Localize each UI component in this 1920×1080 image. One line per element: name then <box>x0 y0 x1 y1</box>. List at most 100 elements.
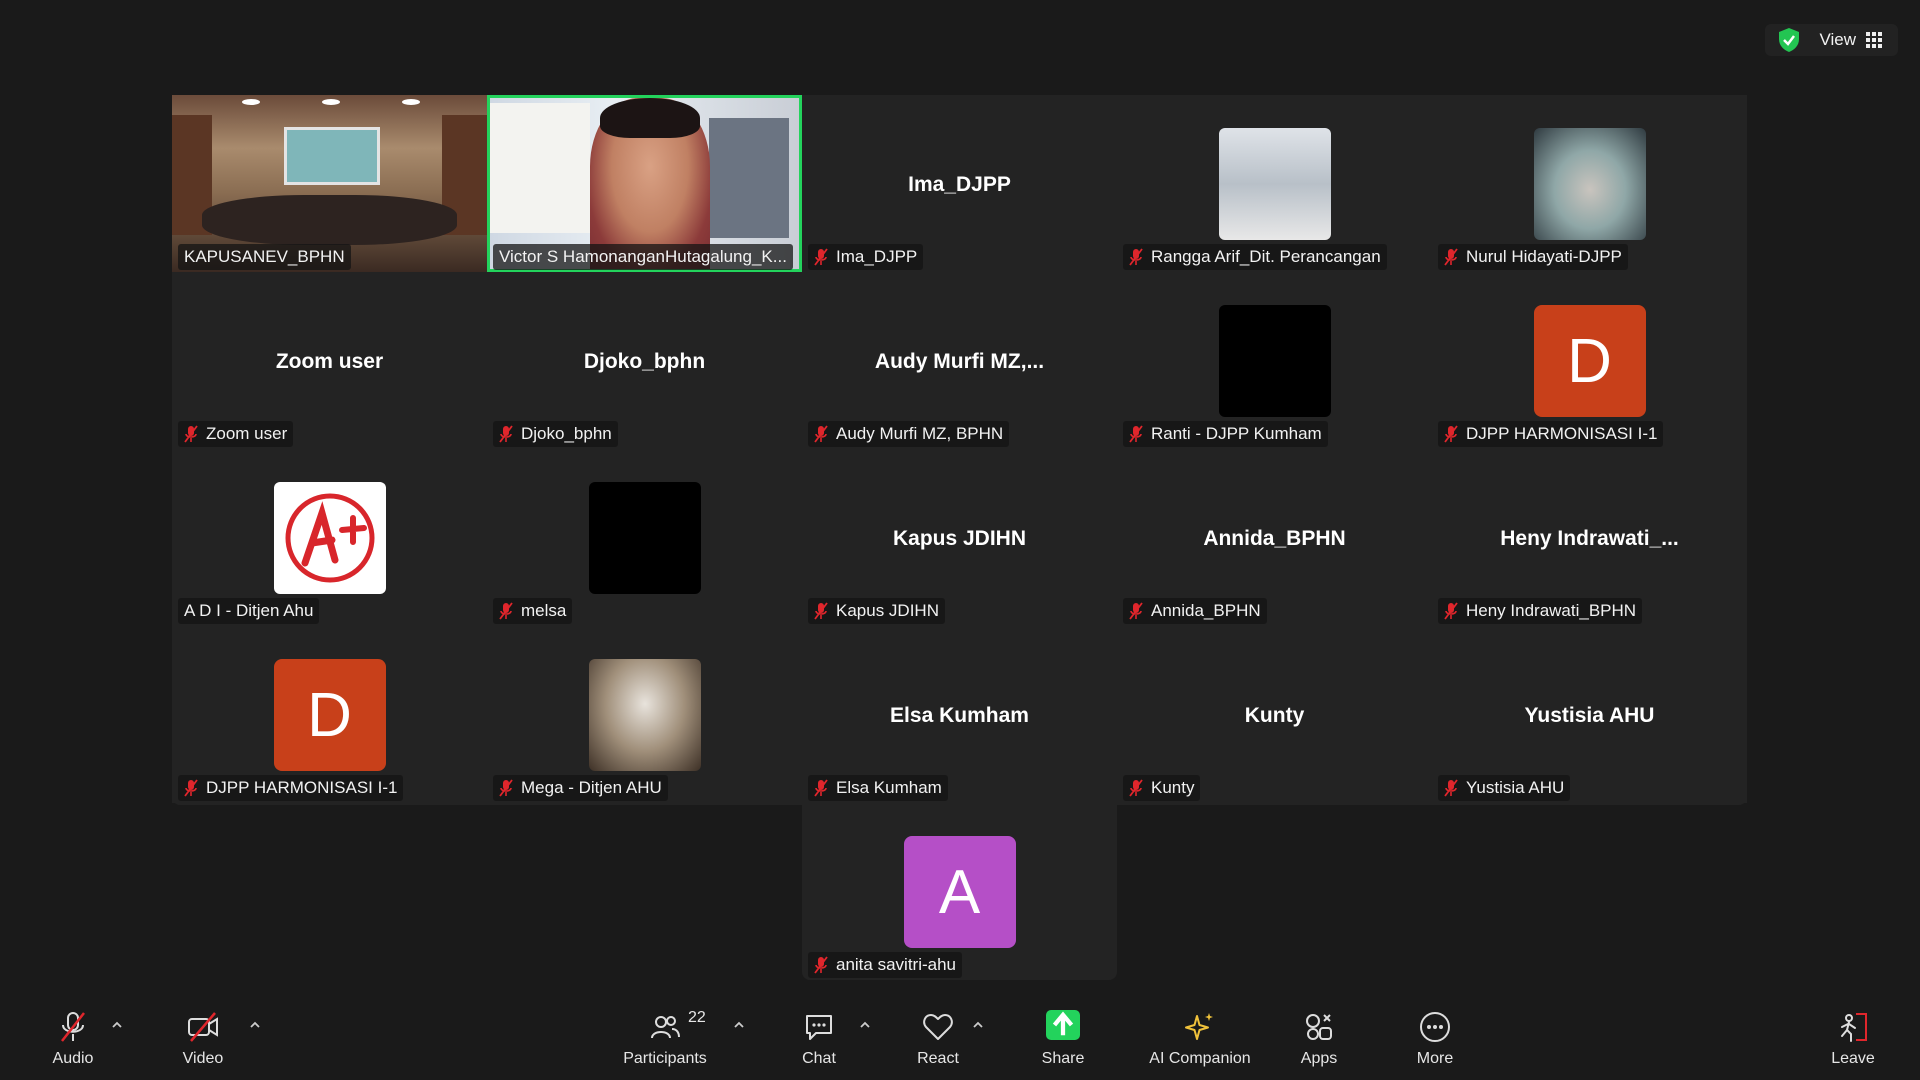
participant-tile[interactable]: Kunty Kunty <box>1117 626 1432 803</box>
chat-options-caret-icon[interactable] <box>858 1018 872 1032</box>
share-arrow-icon <box>1046 1010 1080 1040</box>
participants-icon <box>651 1016 680 1039</box>
muted-mic-icon <box>814 602 828 620</box>
participant-name-tag: Kapus JDIHN <box>808 598 945 624</box>
profile-picture <box>1218 128 1331 240</box>
participant-tile[interactable]: KAPUSANEV_BPHN <box>172 95 487 272</box>
video-options-caret-icon[interactable] <box>248 1018 262 1032</box>
participant-name-tag: Zoom user <box>178 421 294 447</box>
gallery-view: KAPUSANEV_BPHN Victor S HamonanganHutaga… <box>172 95 1747 805</box>
participant-tile[interactable]: Mega - Ditjen AHU <box>487 626 802 803</box>
participant-tile[interactable]: D DJPP HARMONISASI I-1 <box>1432 272 1747 449</box>
participant-display-name: Ima_DJPP <box>908 173 1011 196</box>
participant-name-tag: Audy Murfi MZ, BPHN <box>808 421 1010 447</box>
participant-name-tag: DJPP HARMONISASI I-1 <box>178 775 404 801</box>
participant-tile[interactable]: A D I - Ditjen Ahu <box>172 449 487 626</box>
sparkle-icon <box>1185 1013 1213 1040</box>
muted-mic-icon <box>814 779 828 797</box>
participant-display-name: Annida_BPHN <box>1203 527 1346 550</box>
share-screen-button[interactable]: Share <box>1018 1010 1108 1068</box>
react-button[interactable]: React <box>893 1010 983 1068</box>
participant-name-tag: KAPUSANEV_BPHN <box>178 244 351 270</box>
participant-tile[interactable]: Ima_DJPP Ima_DJPP <box>802 95 1117 272</box>
muted-mic-icon <box>814 956 828 974</box>
participant-name-tag: Rangga Arif_Dit. Perancangan <box>1123 244 1387 270</box>
participant-name-tag: Kunty <box>1123 775 1201 801</box>
audio-options-caret-icon[interactable] <box>110 1018 124 1032</box>
participant-name-tag: Djoko_bphn <box>493 421 618 447</box>
top-right-controls: View <box>1765 24 1898 56</box>
view-button[interactable]: View <box>1819 30 1882 50</box>
participant-count: 22 <box>688 1009 706 1026</box>
profile-picture <box>588 659 701 771</box>
muted-mic-icon <box>1444 425 1458 443</box>
muted-mic-icon <box>184 425 198 443</box>
muted-mic-icon <box>184 779 198 797</box>
participant-tile[interactable]: Elsa Kumham Elsa Kumham <box>802 626 1117 803</box>
audio-button[interactable]: Audio <box>28 1010 118 1068</box>
participant-tile[interactable]: Ranti - DJPP Kumham <box>1117 272 1432 449</box>
participant-display-name: Djoko_bphn <box>583 350 706 373</box>
chat-button[interactable]: Chat <box>774 1010 864 1068</box>
profile-picture <box>1533 128 1646 240</box>
grid-view-icon <box>1866 32 1882 48</box>
react-options-caret-icon[interactable] <box>971 1018 985 1032</box>
initial-avatar: D <box>1533 305 1646 417</box>
muted-mic-icon <box>499 602 513 620</box>
participant-name-tag: Ranti - DJPP Kumham <box>1123 421 1328 447</box>
grade-a-plus-icon <box>285 493 374 583</box>
initial-avatar: A <box>903 836 1016 948</box>
participant-tile[interactable]: Zoom user Zoom user <box>172 272 487 449</box>
participant-display-name: Kunty <box>1244 704 1305 727</box>
meeting-toolbar: Audio Video Participants 22 Chat React S… <box>0 1000 1920 1080</box>
participant-tile[interactable]: Nurul Hidayati-DJPP <box>1432 95 1747 272</box>
more-icon <box>1420 1012 1450 1042</box>
leave-meeting-button[interactable]: Leave <box>1808 1010 1898 1068</box>
muted-mic-icon <box>1129 602 1143 620</box>
muted-mic-icon <box>1129 248 1143 266</box>
participant-tile[interactable]: Rangga Arif_Dit. Perancangan <box>1117 95 1432 272</box>
participant-tile[interactable]: Yustisia AHU Yustisia AHU <box>1432 626 1747 803</box>
participant-display-name: Yustisia AHU <box>1524 704 1655 727</box>
participant-tile[interactable]: melsa <box>487 449 802 626</box>
chat-bubble-icon <box>806 1015 832 1040</box>
participant-name-tag: Nurul Hidayati-DJPP <box>1438 244 1628 270</box>
participant-display-name: Kapus JDIHN <box>892 527 1027 550</box>
encryption-shield-icon[interactable] <box>1777 27 1801 53</box>
video-button[interactable]: Video <box>158 1010 248 1068</box>
participant-display-name: Elsa Kumham <box>890 704 1029 727</box>
apps-button[interactable]: Apps <box>1274 1010 1364 1068</box>
muted-mic-icon <box>1444 779 1458 797</box>
participant-tile-active-speaker[interactable]: Victor S HamonanganHutagalung_K... <box>487 95 802 272</box>
initial-avatar: D <box>273 659 386 771</box>
muted-mic-icon <box>1129 779 1143 797</box>
participant-name-tag: Mega - Ditjen AHU <box>493 775 668 801</box>
ai-companion-button[interactable]: AI Companion <box>1135 1010 1265 1068</box>
participant-name-tag: melsa <box>493 598 573 624</box>
participant-tile[interactable]: D DJPP HARMONISASI I-1 <box>172 626 487 803</box>
profile-picture <box>273 482 386 594</box>
muted-mic-icon <box>814 425 828 443</box>
participant-display-name: Heny Indrawati_... <box>1500 527 1679 550</box>
profile-picture <box>588 482 701 594</box>
view-label: View <box>1819 30 1856 49</box>
participant-tile[interactable]: Djoko_bphn Djoko_bphn <box>487 272 802 449</box>
participant-tile[interactable]: Annida_BPHN Annida_BPHN <box>1117 449 1432 626</box>
participant-display-name: Audy Murfi MZ,... <box>874 350 1045 373</box>
profile-picture <box>1218 305 1331 417</box>
participants-options-caret-icon[interactable] <box>732 1018 746 1032</box>
participant-name-tag: Annida_BPHN <box>1123 598 1267 624</box>
more-button[interactable]: More <box>1390 1010 1480 1068</box>
participant-tile[interactable]: Heny Indrawati_... Heny Indrawati_BPHN <box>1432 449 1747 626</box>
apps-icon <box>1306 1014 1332 1040</box>
muted-mic-icon <box>499 779 513 797</box>
participant-name-tag: Victor S HamonanganHutagalung_K... <box>493 244 793 270</box>
heart-icon <box>923 1014 953 1040</box>
leave-door-icon <box>1841 1013 1867 1042</box>
participant-tile[interactable]: A anita savitri-ahu <box>802 803 1117 980</box>
participant-tile[interactable]: Audy Murfi MZ,... Audy Murfi MZ, BPHN <box>802 272 1117 449</box>
muted-mic-icon <box>1444 248 1458 266</box>
participant-tile[interactable]: Kapus JDIHN Kapus JDIHN <box>802 449 1117 626</box>
participant-name-tag: Yustisia AHU <box>1438 775 1571 801</box>
participant-name-tag: Ima_DJPP <box>808 244 924 270</box>
